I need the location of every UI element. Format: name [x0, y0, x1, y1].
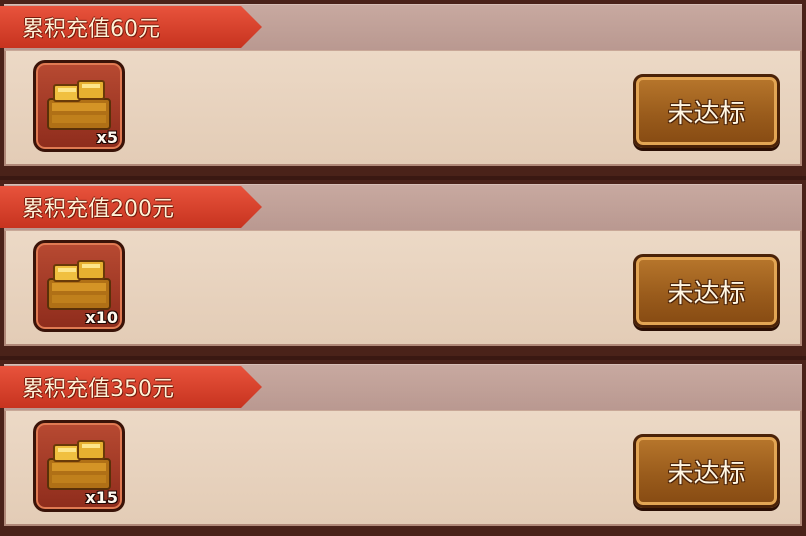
claim-status-label: 未达标 — [667, 458, 746, 489]
claim-status-label: 未达标 — [667, 278, 746, 309]
tier-title-ribbon: 累积充值200元 — [0, 186, 262, 228]
claim-status-button[interactable]: 未达标 — [633, 74, 780, 148]
recharge-reward-list: 累积充值60元 x5 未达标 累积充值200元 x10 未达标 累积充值350元… — [0, 0, 806, 536]
tier-title: 累积充值60元 — [22, 17, 160, 42]
claim-status-button[interactable]: 未达标 — [633, 254, 780, 328]
reward-quantity: x5 — [96, 128, 118, 147]
tier-title-ribbon: 累积充值350元 — [0, 366, 262, 408]
reward-item-slot[interactable]: x10 — [33, 240, 125, 332]
tier-title: 累积充值350元 — [22, 377, 174, 402]
tier-title-ribbon: 累积充值60元 — [0, 6, 262, 48]
claim-status-label: 未达标 — [667, 98, 746, 129]
reward-tier-card: 累积充值350元 x15 未达标 — [0, 360, 806, 536]
reward-tier-card: 累积充值200元 x10 未达标 — [0, 180, 806, 356]
reward-tier-card: 累积充值60元 x5 未达标 — [0, 0, 806, 176]
reward-quantity: x10 — [85, 308, 118, 327]
tier-title: 累积充值200元 — [22, 197, 174, 222]
reward-item-slot[interactable]: x15 — [33, 420, 125, 512]
reward-item-slot[interactable]: x5 — [33, 60, 125, 152]
reward-quantity: x15 — [85, 488, 118, 507]
claim-status-button[interactable]: 未达标 — [633, 434, 780, 508]
